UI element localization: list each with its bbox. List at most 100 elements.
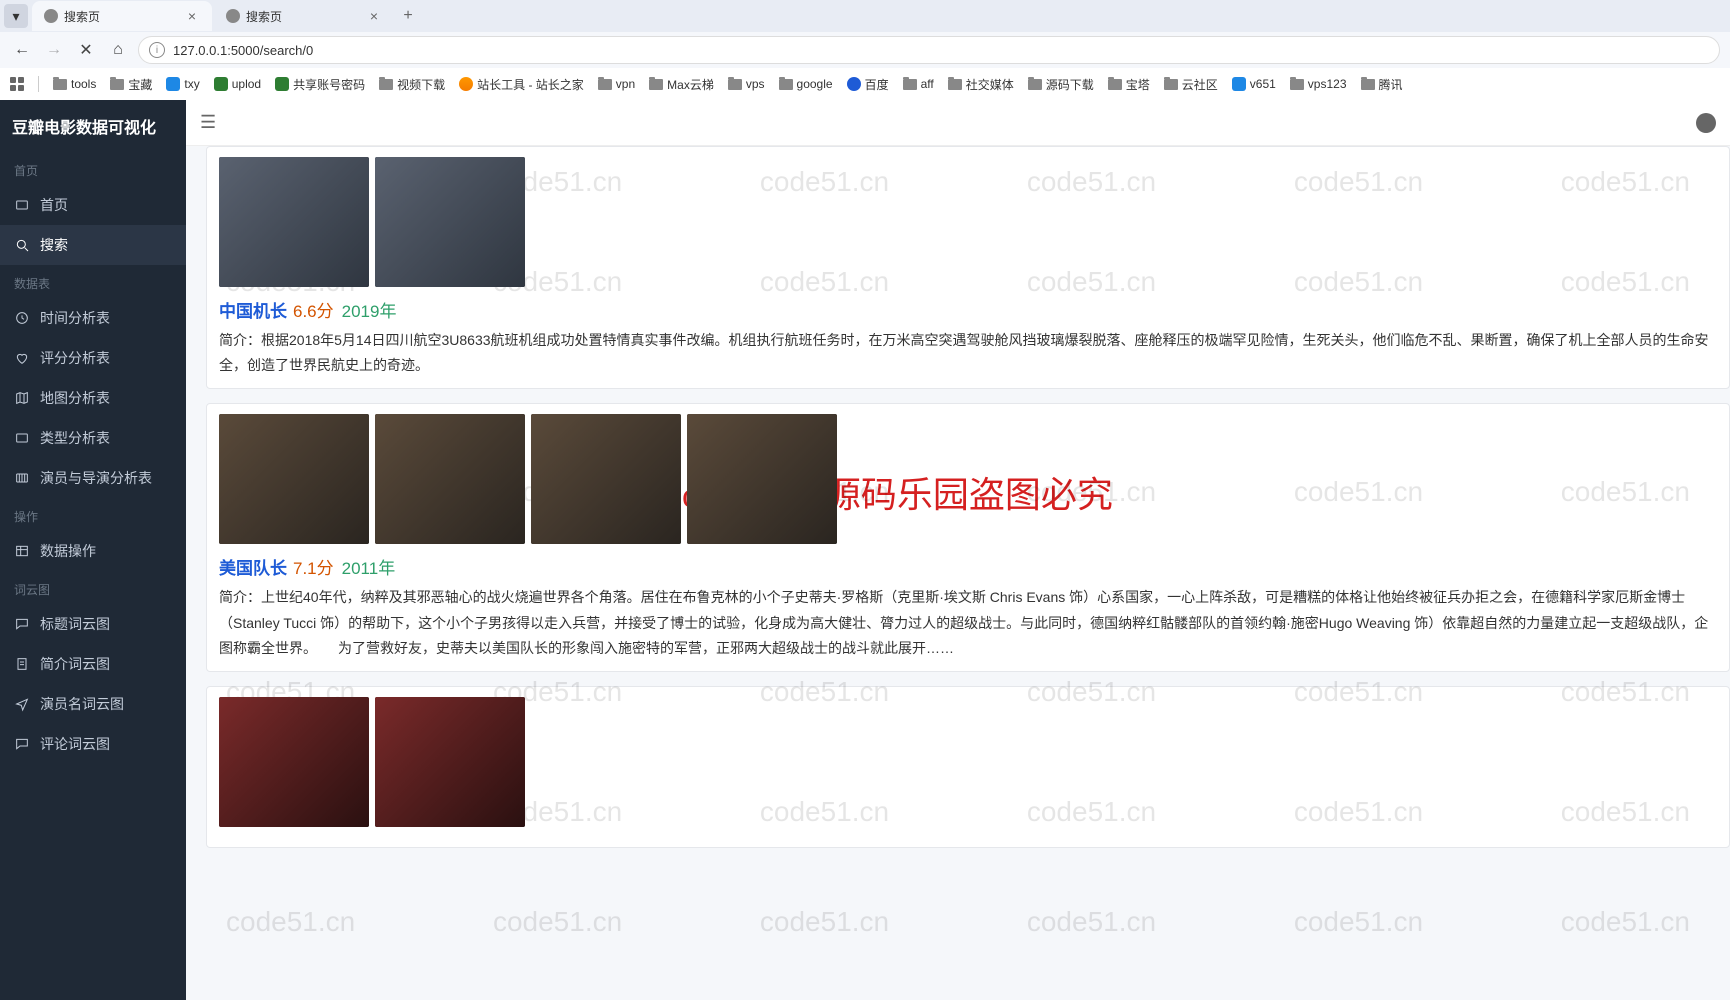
map-icon (14, 390, 30, 406)
bookmark-item[interactable]: aff (903, 77, 934, 91)
bookmark-item[interactable]: 社交媒体 (948, 76, 1014, 93)
bookmark-item[interactable]: tools (53, 77, 96, 91)
watermark-text: code51.cn (1561, 906, 1690, 938)
movie-thumbnail[interactable] (687, 414, 837, 544)
bookmark-item[interactable] (10, 77, 24, 91)
sidebar-item-label: 时间分析表 (40, 308, 110, 328)
bookmark-label: google (797, 77, 833, 91)
tab-menu-button[interactable]: ▾ (4, 4, 28, 28)
sidebar-item-table[interactable]: 数据操作 (0, 531, 186, 571)
sidebar-item-send[interactable]: 演员名词云图 (0, 684, 186, 724)
sidebar-toggle-button[interactable]: ☰ (200, 112, 216, 133)
folder-icon (649, 79, 663, 90)
bookmark-label: aff (921, 77, 934, 91)
sidebar-item-home[interactable]: 首页 (0, 185, 186, 225)
movie-year: 2019年 (342, 302, 397, 321)
content-area: code51.cn-源码乐园盗图必究 code51.cncode51.cncod… (186, 146, 1730, 1000)
bookmark-item[interactable]: vps (728, 77, 765, 91)
bookmark-item[interactable]: 宝塔 (1108, 76, 1150, 93)
grid-icon (14, 430, 30, 446)
movie-thumbnail[interactable] (219, 157, 369, 287)
bookmark-item[interactable]: 视频下载 (379, 76, 445, 93)
url-text: 127.0.0.1:5000/search/0 (173, 43, 1709, 58)
bookmark-label: txy (184, 77, 199, 91)
sidebar-section-title: 词云图 (0, 571, 186, 604)
table-icon (14, 543, 30, 559)
tab-favicon-icon (44, 9, 58, 23)
bookmark-item[interactable]: 站长工具 - 站长之家 (459, 76, 584, 93)
stop-button[interactable]: ✕ (74, 38, 98, 62)
movie-card: 中国机长6.6分2019年简介：根据2018年5月14日四川航空3U8633航班… (206, 146, 1730, 389)
browser-tab-0[interactable]: 搜索页 × (32, 1, 212, 31)
folder-icon (379, 79, 393, 90)
tab-close-button[interactable]: × (184, 8, 200, 24)
movie-thumbnail[interactable] (219, 697, 369, 827)
new-tab-button[interactable]: + (396, 4, 420, 28)
sidebar-item-label: 演员与导演分析表 (40, 468, 152, 488)
bookmark-item[interactable]: uplod (214, 77, 261, 91)
movie-title-link[interactable]: 美国队长 (219, 559, 287, 578)
back-button[interactable]: ← (10, 38, 34, 62)
forward-button[interactable]: → (42, 38, 66, 62)
sidebar-item-chat[interactable]: 评论词云图 (0, 724, 186, 764)
people-icon (14, 470, 30, 486)
main: ☰ code51.cn-源码乐园盗图必究 code51.cncode51.cnc… (186, 100, 1730, 1000)
bookmark-item[interactable]: 源码下载 (1028, 76, 1094, 93)
bookmark-item[interactable]: vps123 (1290, 77, 1347, 91)
folder-icon (779, 79, 793, 90)
sidebar-item-clock[interactable]: 时间分析表 (0, 298, 186, 338)
bookmark-item[interactable]: 腾讯 (1361, 76, 1403, 93)
url-field[interactable]: i 127.0.0.1:5000/search/0 (138, 36, 1720, 64)
home-icon (14, 197, 30, 213)
dot-paw-icon (847, 77, 861, 91)
watermark-text: code51.cn (226, 906, 355, 938)
home-button[interactable]: ⌂ (106, 38, 130, 62)
movie-thumbnail[interactable] (375, 157, 525, 287)
sidebar-item-label: 评论词云图 (40, 734, 110, 754)
sidebar: 豆瓣电影数据可视化 首页首页搜索数据表时间分析表评分分析表地图分析表类型分析表演… (0, 100, 186, 1000)
tab-close-button[interactable]: × (366, 8, 382, 24)
watermark-text: code51.cn (1027, 906, 1156, 938)
bookmark-item[interactable]: Max云梯 (649, 76, 714, 93)
browser-tab-1[interactable]: 搜索页 × (214, 1, 394, 31)
sidebar-item-grid[interactable]: 类型分析表 (0, 418, 186, 458)
bookmark-item[interactable]: vpn (598, 77, 635, 91)
movie-thumbnail[interactable] (375, 414, 525, 544)
clock-icon (14, 310, 30, 326)
folder-icon (53, 79, 67, 90)
brand-title: 豆瓣电影数据可视化 (0, 100, 186, 152)
folder-icon (1361, 79, 1375, 90)
sidebar-item-people[interactable]: 演员与导演分析表 (0, 458, 186, 498)
bookmark-item[interactable]: google (779, 77, 833, 91)
movie-title-link[interactable]: 中国机长 (219, 302, 287, 321)
sidebar-item-search[interactable]: 搜索 (0, 225, 186, 265)
sidebar-item-map[interactable]: 地图分析表 (0, 378, 186, 418)
bookmark-item[interactable]: txy (166, 77, 199, 91)
send-icon (14, 696, 30, 712)
bookmark-item[interactable]: 云社区 (1164, 76, 1218, 93)
folder-icon (903, 79, 917, 90)
address-bar: ← → ✕ ⌂ i 127.0.0.1:5000/search/0 (0, 32, 1730, 68)
bookmark-label: vps123 (1308, 77, 1347, 91)
sidebar-item-chat[interactable]: 标题词云图 (0, 604, 186, 644)
user-avatar-icon[interactable] (1696, 113, 1716, 133)
bookmark-item[interactable]: 共享账号密码 (275, 76, 365, 93)
movie-thumbnail[interactable] (531, 414, 681, 544)
bookmark-item[interactable]: v651 (1232, 77, 1276, 91)
bookmark-item[interactable]: 百度 (847, 76, 889, 93)
movie-thumbnail[interactable] (375, 697, 525, 827)
sidebar-item-heart[interactable]: 评分分析表 (0, 338, 186, 378)
bookmark-label: 百度 (865, 76, 889, 93)
movie-score: 7.1分 (293, 559, 334, 578)
bookmark-label: 视频下载 (397, 76, 445, 93)
movie-thumbnail[interactable] (219, 414, 369, 544)
bookmark-label: Max云梯 (667, 76, 714, 93)
folder-icon (1028, 79, 1042, 90)
bookmark-item[interactable]: 宝藏 (110, 76, 152, 93)
watermark-text: code51.cn (1294, 906, 1423, 938)
tab-title: 搜索页 (64, 8, 178, 25)
sidebar-item-doc[interactable]: 简介词云图 (0, 644, 186, 684)
bookmark-label: 共享账号密码 (293, 76, 365, 93)
site-info-icon[interactable]: i (149, 42, 165, 58)
sidebar-item-label: 地图分析表 (40, 388, 110, 408)
